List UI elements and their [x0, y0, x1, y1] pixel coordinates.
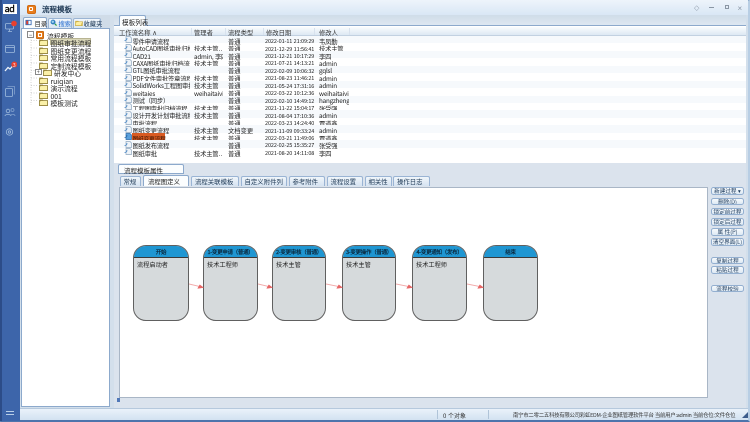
svg-text:3: 3	[13, 62, 16, 69]
